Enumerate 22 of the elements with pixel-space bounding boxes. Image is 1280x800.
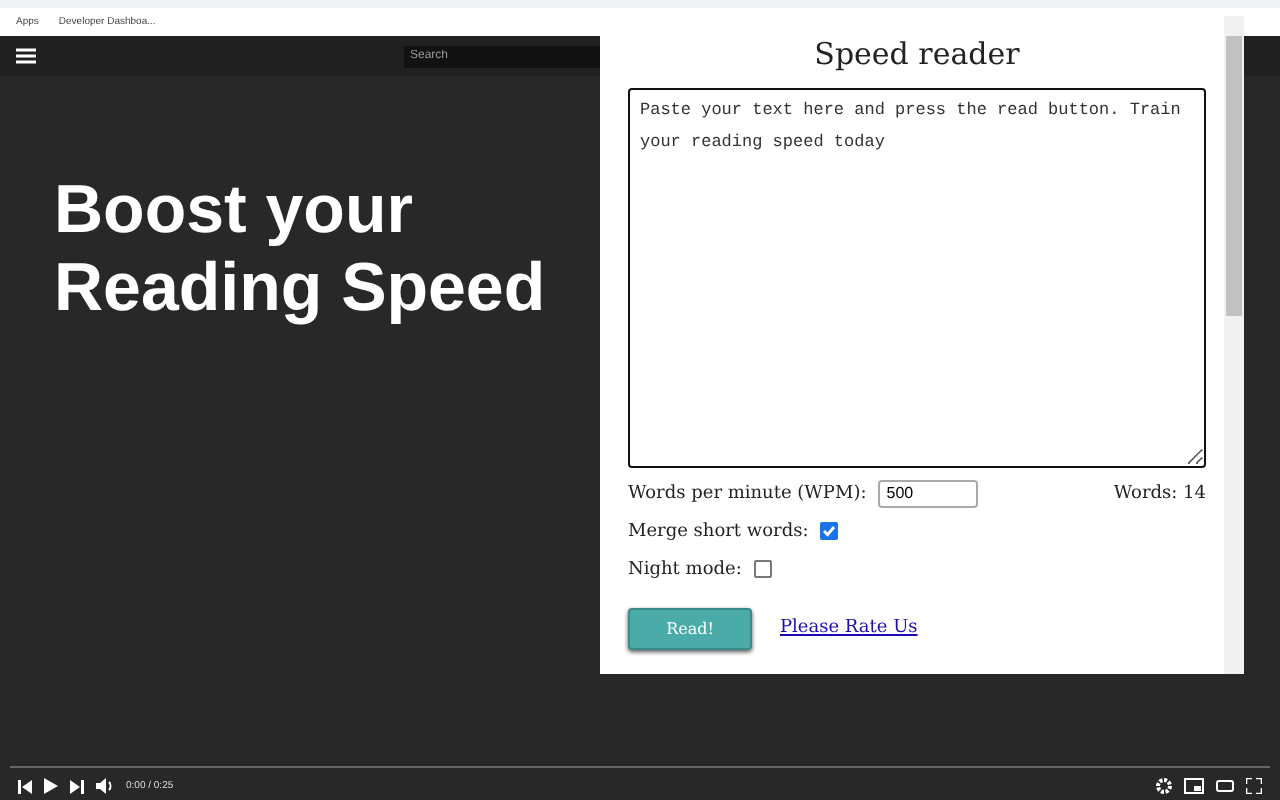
- headline-text: Reading Speed: [54, 250, 548, 328]
- next-icon[interactable]: [70, 779, 84, 793]
- previous-icon[interactable]: [18, 779, 32, 793]
- miniplayer-icon[interactable]: [1184, 778, 1204, 794]
- menu-icon[interactable]: [16, 48, 36, 64]
- headline-text: Boost your: [54, 172, 415, 250]
- checkbox[interactable]: [753, 560, 772, 578]
- wpm-label: Words per minute (WPM):: [628, 483, 867, 503]
- theater-icon[interactable]: [1216, 780, 1234, 792]
- rate-link[interactable]: Please Rate Us: [780, 618, 918, 638]
- text-input-area[interactable]: Paste your text here and press the read button. Train your reading speed today: [628, 88, 1206, 468]
- popup-title: Speed reader: [812, 34, 1022, 76]
- word-count: Words: 14: [1113, 483, 1206, 503]
- settings-icon[interactable]: [1156, 778, 1172, 794]
- fullscreen-icon[interactable]: [1246, 778, 1262, 794]
- play-icon[interactable]: [44, 778, 58, 794]
- wpm-field[interactable]: 500: [878, 479, 979, 507]
- option-label: Night mode:: [628, 559, 742, 579]
- volume-icon[interactable]: [96, 778, 114, 794]
- scrollbar[interactable]: [1224, 16, 1244, 674]
- checkbox[interactable]: [820, 522, 839, 540]
- option-label: Merge short words:: [628, 521, 809, 541]
